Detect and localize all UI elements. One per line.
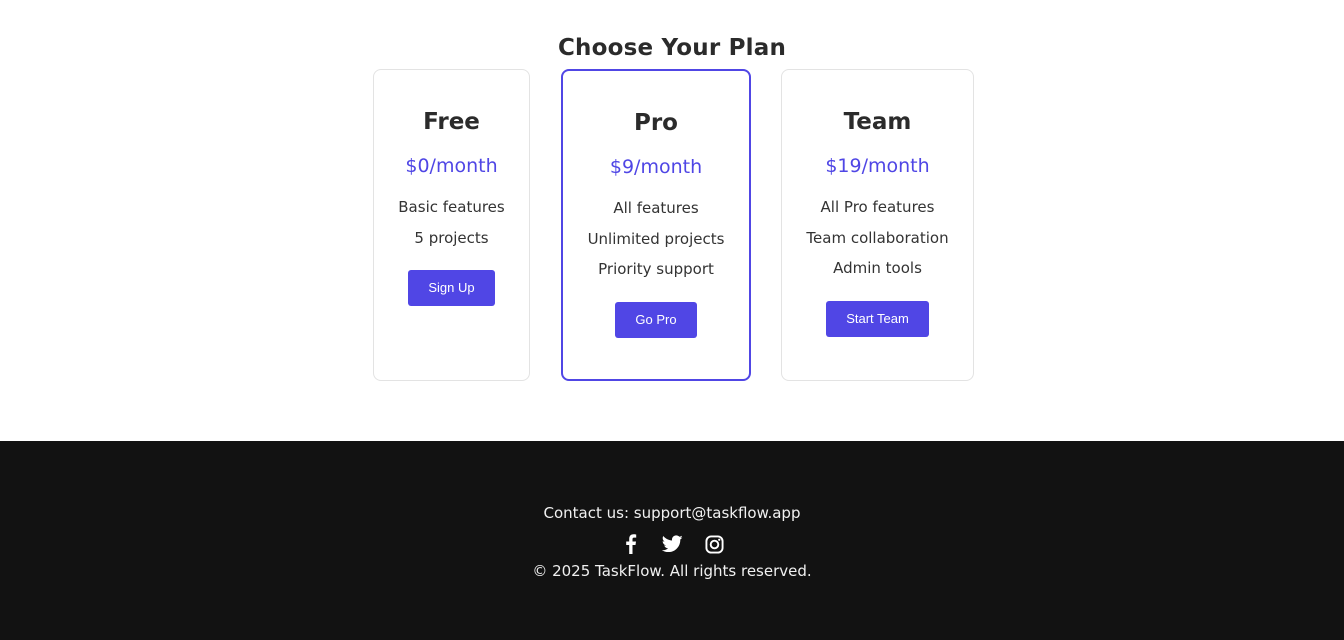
plan-name: Team	[843, 109, 912, 135]
start-team-button[interactable]: Start Team	[826, 300, 929, 337]
plan-price: $19/month	[825, 155, 930, 177]
site-footer: Contact us: support@taskflow.app © 2025 …	[0, 441, 1344, 640]
feature-item: Team collaboration	[806, 228, 949, 247]
feature-item: Admin tools	[833, 259, 922, 277]
plan-card-pro: Pro $9/month All features Unlimited proj…	[561, 69, 751, 381]
go-pro-button[interactable]: Go Pro	[615, 301, 697, 338]
facebook-icon[interactable]	[619, 533, 641, 555]
plan-name: Free	[423, 109, 480, 135]
twitter-icon[interactable]	[661, 533, 683, 555]
feature-item: 5 projects	[414, 228, 489, 247]
pricing-title: Choose Your Plan	[557, 35, 787, 61]
feature-item: All Pro features	[820, 198, 935, 216]
plan-price: $9/month	[609, 156, 703, 178]
contact-text: Contact us: support@taskflow.app	[543, 504, 801, 522]
plan-card-team: Team $19/month All Pro features Team col…	[781, 69, 974, 381]
plan-card-free: Free $0/month Basic features 5 projects …	[373, 69, 530, 381]
social-links	[0, 533, 1344, 555]
plan-name: Pro	[633, 110, 678, 136]
feature-list: All features Unlimited projects Priority…	[563, 193, 749, 285]
feature-item: All features	[613, 199, 699, 217]
copyright-text: © 2025 TaskFlow. All rights reserved.	[532, 562, 812, 580]
sign-up-button[interactable]: Sign Up	[408, 270, 495, 306]
feature-item: Unlimited projects	[587, 229, 725, 248]
plan-price: $0/month	[405, 155, 498, 177]
feature-item: Basic features	[398, 198, 505, 216]
instagram-icon[interactable]	[703, 533, 725, 555]
feature-item: Priority support	[598, 260, 714, 278]
pricing-section: Choose Your Plan Free $0/month Basic fea…	[0, 0, 1344, 441]
feature-list: Basic features 5 projects	[374, 192, 529, 253]
feature-list: All Pro features Team collaboration Admi…	[782, 192, 973, 284]
